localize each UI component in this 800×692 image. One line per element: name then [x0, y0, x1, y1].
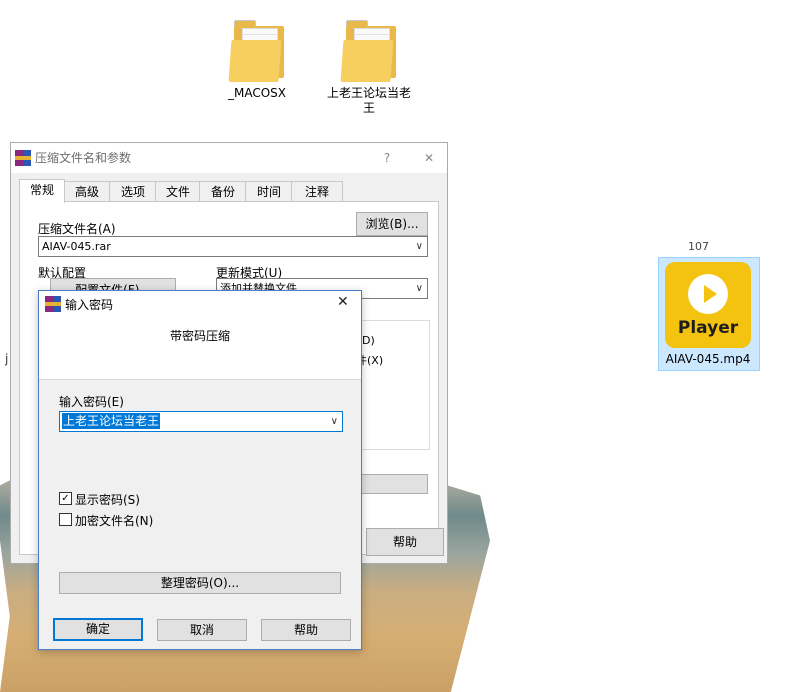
archive-name-label: 压缩文件名(A) [38, 222, 116, 236]
help-button[interactable]: 帮助 [366, 528, 444, 556]
ok-button[interactable]: 确定 [53, 618, 143, 641]
winrar-icon [15, 150, 31, 166]
archive-name-input[interactable]: AIAV-045.rar ∨ [38, 236, 428, 257]
password-dialog: 输入密码 ✕ 带密码压缩 输入密码(E) 上老王论坛当老王 ∨ ✓ 显示密码(S… [38, 290, 362, 650]
player-app-icon: Player [665, 262, 751, 348]
tab-files[interactable]: 文件 [155, 181, 201, 202]
title-bar: 压缩文件名和参数 ? ✕ [11, 143, 447, 173]
player-icon-text: Player [677, 318, 739, 338]
desktop-folder-laowang[interactable]: 上老王论坛当老王 [324, 18, 414, 116]
partial-icon-label: 107 [688, 240, 709, 253]
option-fragment-1: D) [362, 334, 375, 347]
desktop-folder-macosx[interactable]: _MACOSX [212, 18, 302, 101]
play-icon [688, 274, 728, 314]
folder-label: 上老王论坛当老王 [326, 86, 411, 115]
organize-passwords-button[interactable]: 整理密码(O)... [59, 572, 341, 594]
tab-advanced[interactable]: 高级 [63, 181, 111, 202]
close-icon[interactable]: ✕ [337, 294, 349, 310]
help-button[interactable]: 帮助 [261, 619, 351, 641]
show-password-checkbox[interactable]: ✓ [59, 492, 72, 505]
password-label: 输入密码(E) [59, 395, 124, 409]
tab-general[interactable]: 常规 [19, 179, 65, 203]
cancel-button[interactable]: 取消 [157, 619, 247, 641]
close-icon[interactable]: ✕ [415, 143, 443, 173]
browse-button[interactable]: 浏览(B)... [356, 212, 428, 236]
title-bar: 输入密码 ✕ [39, 291, 361, 317]
tab-options[interactable]: 选项 [109, 181, 157, 202]
dialog-header: 带密码压缩 [39, 317, 361, 380]
folder-label: _MACOSX [227, 86, 286, 100]
partial-left-label: j [5, 352, 9, 366]
dialog-title: 压缩文件名和参数 [35, 151, 132, 165]
winrar-icon [45, 296, 61, 312]
chevron-down-icon: ∨ [415, 241, 423, 252]
folder-icon [228, 18, 286, 82]
encrypt-names-label: 加密文件名(N) [75, 514, 154, 528]
tab-time[interactable]: 时间 [245, 181, 293, 202]
password-input[interactable]: 上老王论坛当老王 ∨ [59, 411, 343, 432]
dialog-heading: 带密码压缩 [169, 329, 230, 343]
mp4-file-label: AIAV-045.mp4 [665, 352, 751, 366]
tab-backup[interactable]: 备份 [199, 181, 247, 202]
password-value: 上老王论坛当老王 [62, 413, 161, 429]
help-icon[interactable]: ? [373, 143, 401, 173]
archive-name-value: AIAV-045.rar [42, 240, 111, 253]
chevron-down-icon: ∨ [330, 416, 338, 427]
folder-icon [340, 18, 398, 82]
chevron-down-icon: ∨ [415, 283, 423, 294]
encrypt-names-checkbox[interactable] [59, 513, 72, 526]
dialog-title: 输入密码 [65, 298, 114, 312]
tab-comment[interactable]: 注释 [291, 181, 343, 202]
show-password-label: 显示密码(S) [75, 493, 140, 507]
